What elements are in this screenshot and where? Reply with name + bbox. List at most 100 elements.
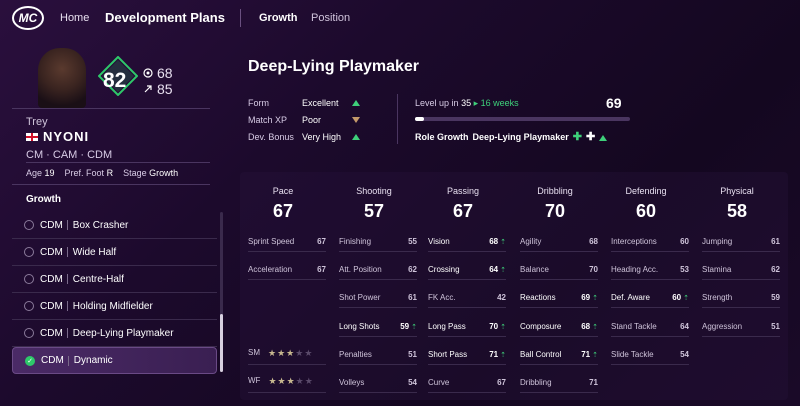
attribute-row: Strength 59 <box>702 293 780 303</box>
star-icon: ★★★★★ <box>268 376 314 386</box>
attribute-divider <box>702 251 780 252</box>
player-last-name-row: NYONI <box>26 129 89 144</box>
attribute-divider <box>428 392 506 393</box>
plan-name: Wide Half <box>72 246 117 258</box>
separator <box>66 247 68 257</box>
attribute-value: 60 <box>680 237 689 246</box>
attribute-divider <box>520 364 598 365</box>
radio-icon[interactable] <box>24 247 34 257</box>
attribute-row: Interceptions 60 <box>611 237 689 247</box>
divider <box>12 108 210 109</box>
potential-max-value: 85 <box>157 81 173 97</box>
category-name: Pace <box>272 186 294 196</box>
top-bar: MC Home Development Plans Growth Positio… <box>0 0 800 36</box>
attribute-row: Jumping 61 <box>702 237 780 247</box>
radio-icon[interactable] <box>24 328 34 338</box>
plan-item[interactable]: CDM Holding Midfielder <box>12 293 217 320</box>
attribute-row: Ball Control 71 ⇡ <box>520 350 598 360</box>
attribute-name: Shot Power <box>339 293 381 302</box>
plus-plus-icon: ✚ <box>572 131 582 143</box>
plan-item[interactable]: CDM Wide Half <box>12 239 217 266</box>
role-growth-role: Deep-Lying Playmaker <box>472 131 569 142</box>
plan-name: Deep-Lying Playmaker <box>72 327 174 339</box>
foot-field: Pref. Foot R <box>64 168 114 178</box>
attribute-name: Balance <box>520 265 549 274</box>
attribute-divider <box>248 251 326 252</box>
attribute-divider <box>611 364 689 365</box>
attribute-name: Acceleration <box>248 265 293 274</box>
attribute-name: Def. Aware <box>611 293 650 302</box>
stage-field: Stage Growth <box>123 168 179 178</box>
scrollbar-thumb[interactable] <box>220 314 223 372</box>
plan-item-selected[interactable]: ✓ CDM Dynamic <box>12 347 217 374</box>
radio-icon[interactable] <box>24 301 34 311</box>
plan-name: Dynamic <box>73 355 113 366</box>
growth-arrow-icon: ⇡ <box>592 295 598 302</box>
star-icon: ★★★★★ <box>268 348 314 358</box>
attribute-divider <box>339 336 417 337</box>
attribute-row: Long Shots 59 ⇡ <box>339 322 417 332</box>
attribute-name: Long Shots <box>339 322 380 331</box>
plan-list: CDM Box Crasher CDM Wide Half CDM Centre-Ha… <box>12 212 217 374</box>
attribute-value: 42 <box>497 293 506 302</box>
tab-growth[interactable]: Growth <box>259 12 298 24</box>
plan-position: CDM <box>40 246 63 258</box>
attribute-divider <box>611 307 689 308</box>
attribute-name: Interceptions <box>611 237 657 246</box>
attribute-row: Heading Acc. 53 <box>611 265 689 275</box>
nav-divider <box>240 9 241 27</box>
attribute-row: Reactions 69 ⇡ <box>520 293 598 303</box>
attribute-value: 67 <box>317 265 326 274</box>
plan-list-scrollbar[interactable] <box>220 212 223 372</box>
tab-position[interactable]: Position <box>311 12 350 24</box>
attribute-value: 67 <box>317 237 326 246</box>
attribute-name: Stand Tackle <box>611 322 657 331</box>
plan-name: Centre-Half <box>72 273 124 285</box>
trend-down-icon <box>352 117 360 123</box>
growth-arrow-icon: ⇡ <box>592 352 598 359</box>
category-value: 70 <box>544 201 566 221</box>
level-up-weeks: 16 weeks <box>480 98 519 108</box>
attribute-divider <box>611 279 689 280</box>
category-value: 67 <box>272 201 294 221</box>
attribute-divider <box>702 307 780 308</box>
category-name: Shooting <box>356 186 392 196</box>
attribute-divider <box>248 364 326 365</box>
potential-max: 85 <box>143 81 173 97</box>
attribute-row: Volleys 54 <box>339 378 417 388</box>
attribute-name: Heading Acc. <box>611 265 659 274</box>
plan-position: CDM <box>41 355 64 366</box>
radio-icon[interactable] <box>24 274 34 284</box>
attribute-value: 54 <box>408 378 417 387</box>
divider <box>26 162 210 163</box>
england-flag-icon <box>26 132 38 141</box>
plan-item[interactable]: CDM Centre-Half <box>12 266 217 293</box>
separator <box>66 220 68 230</box>
growth-arrow-icon: ⇡ <box>411 324 417 331</box>
attribute-value: 60 <box>672 293 682 302</box>
dev-bonus-value: Very High <box>302 132 342 142</box>
form-row: Form Excellent <box>248 98 360 108</box>
check-icon[interactable]: ✓ <box>25 355 35 366</box>
attribute-row: Crossing 64 ⇡ <box>428 265 506 275</box>
level-progress-bar <box>415 117 630 121</box>
attribute-divider <box>520 279 598 280</box>
plan-item[interactable]: CDM Deep-Lying Playmaker <box>12 320 217 347</box>
attribute-value: 67 <box>497 378 506 387</box>
category-name: Physical <box>720 186 754 196</box>
radio-icon[interactable] <box>24 220 34 230</box>
plan-position: CDM <box>40 327 63 339</box>
attribute-name: Volleys <box>339 378 365 387</box>
mc-logo-icon[interactable]: MC <box>12 6 44 30</box>
rating-label: SM <box>248 348 260 357</box>
dev-bonus-label: Dev. Bonus <box>248 132 294 142</box>
target-icon <box>143 68 153 78</box>
attribute-value: 68 <box>589 237 598 246</box>
growth-arrow-icon: ⇡ <box>500 352 506 359</box>
category-name: Passing <box>446 186 480 196</box>
attribute-name: Aggression <box>702 322 743 331</box>
category-physical: Physical 58 <box>687 186 787 222</box>
nav-home-link[interactable]: Home <box>60 12 89 24</box>
attribute-divider <box>520 251 598 252</box>
plan-item[interactable]: CDM Box Crasher <box>12 212 217 239</box>
